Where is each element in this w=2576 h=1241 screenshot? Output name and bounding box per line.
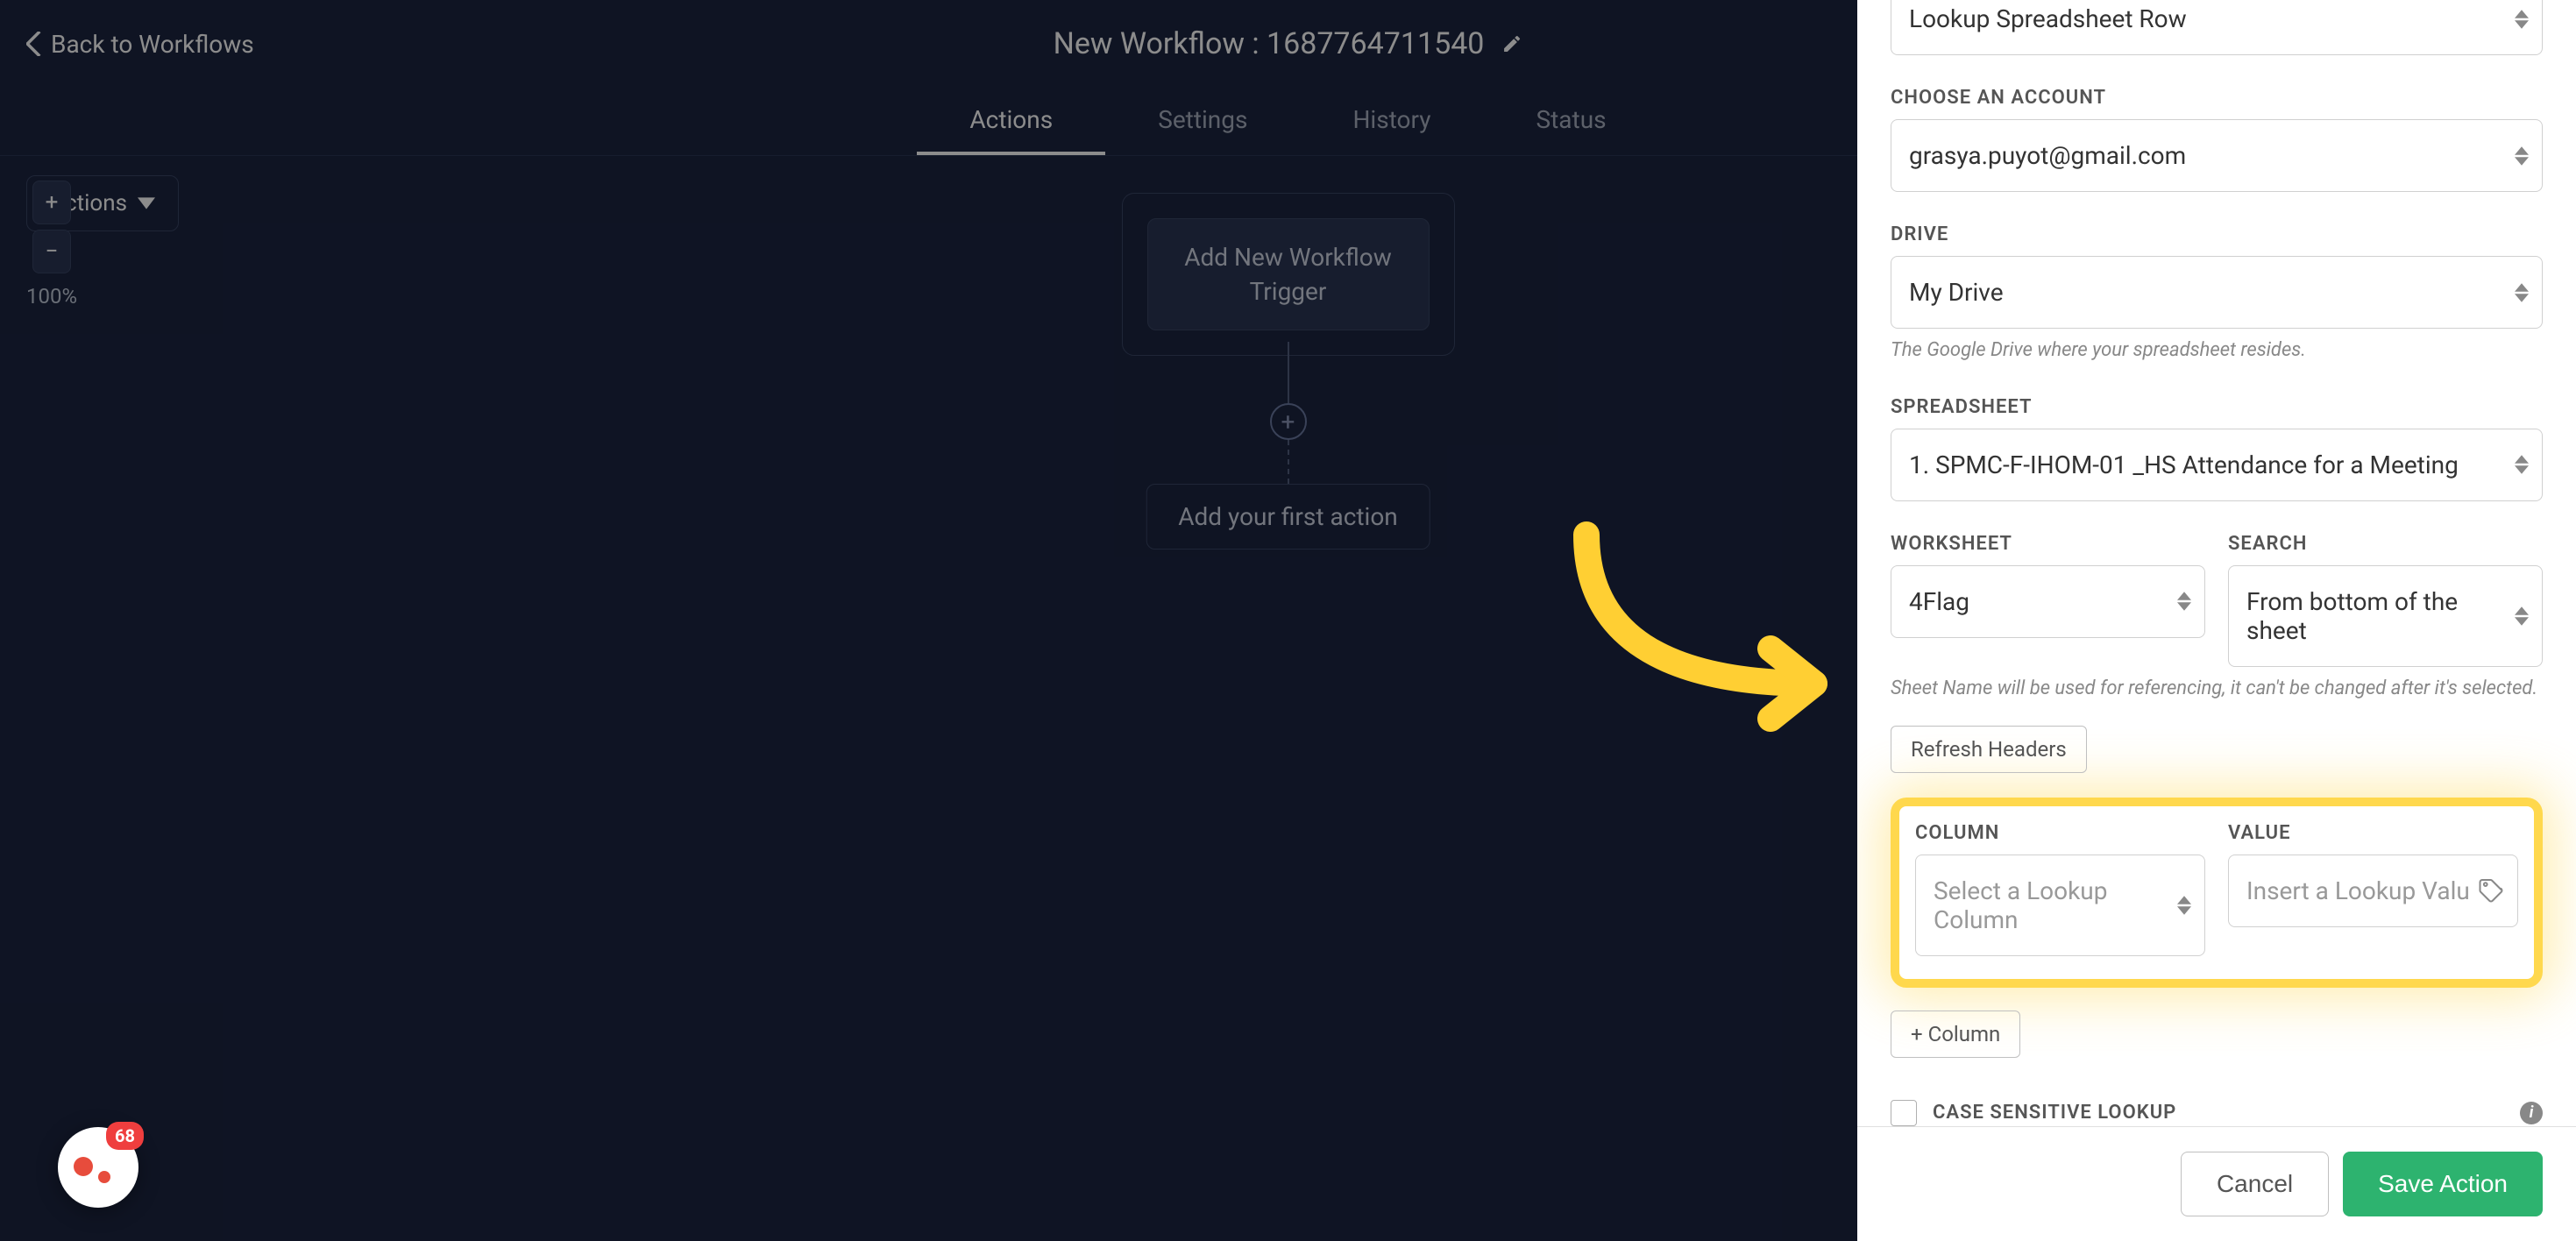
floating-widget[interactable]: 68: [58, 1127, 138, 1208]
account-value: grasya.puyot@gmail.com: [1909, 141, 2186, 170]
column-label: COLUMN: [1915, 822, 2205, 844]
drive-value: My Drive: [1909, 278, 2004, 307]
tab-status-label: Status: [1536, 105, 1607, 134]
cancel-label: Cancel: [2217, 1170, 2293, 1197]
account-select[interactable]: grasya.puyot@gmail.com: [1891, 119, 2543, 192]
add-trigger-label: Add New Workflow Trigger: [1184, 243, 1392, 306]
search-label: SEARCH: [2228, 533, 2543, 555]
zoom-level: 100%: [26, 284, 77, 308]
case-sensitive-label: CASE SENSITIVE LOOKUP: [1933, 1102, 2504, 1124]
spreadsheet-select[interactable]: 1. SPMC-F-IHOM-01 _HS Attendance for a M…: [1891, 429, 2543, 501]
widget-count-badge: 68: [106, 1122, 144, 1150]
add-first-action-label: Add your first action: [1178, 502, 1398, 531]
back-label: Back to Workflows: [51, 30, 254, 59]
refresh-headers-button[interactable]: Refresh Headers: [1891, 726, 2087, 773]
workflow-title-group: New Workflow : 1687764711540: [1054, 26, 1523, 61]
add-column-button[interactable]: + Column: [1891, 1011, 2020, 1058]
panel-footer: Cancel Save Action: [1857, 1126, 2576, 1241]
select-arrows-icon: [2515, 455, 2529, 474]
add-column-label: + Column: [1911, 1022, 2000, 1046]
sheet-help: Sheet Name will be used for referencing,…: [1891, 676, 2543, 703]
tab-settings-label: Settings: [1158, 105, 1247, 134]
panel-body[interactable]: Lookup Spreadsheet Row CHOOSE AN ACCOUNT…: [1857, 0, 2576, 1126]
chevron-left-icon: [26, 32, 44, 56]
add-trigger-button[interactable]: Add New Workflow Trigger: [1147, 218, 1430, 330]
tag-icon[interactable]: [2478, 877, 2504, 904]
trigger-card: Add New Workflow Trigger: [1122, 193, 1455, 356]
connector-line: [1288, 342, 1289, 403]
refresh-headers-label: Refresh Headers: [1911, 737, 2067, 762]
lookup-column-placeholder: Select a Lookup Column: [1934, 876, 2107, 934]
zoom-in-button[interactable]: +: [32, 181, 71, 224]
tab-actions[interactable]: Actions: [917, 88, 1105, 155]
add-step-button[interactable]: +: [1270, 403, 1307, 440]
search-value: From bottom of the sheet: [2246, 587, 2458, 645]
select-arrows-icon: [2515, 146, 2529, 166]
select-arrows-icon: [2177, 592, 2191, 611]
save-label: Save Action: [2378, 1170, 2508, 1197]
select-arrows-icon: [2515, 283, 2529, 302]
spreadsheet-value: 1. SPMC-F-IHOM-01 _HS Attendance for a M…: [1909, 450, 2459, 479]
drive-label: DRIVE: [1891, 223, 2543, 245]
add-first-action-button[interactable]: Add your first action: [1146, 484, 1430, 550]
save-action-button[interactable]: Save Action: [2343, 1152, 2543, 1216]
pencil-icon[interactable]: [1501, 33, 1522, 54]
account-label: CHOOSE AN ACCOUNT: [1891, 87, 2543, 109]
case-sensitive-checkbox[interactable]: [1891, 1100, 1917, 1126]
spreadsheet-label: SPREADSHEET: [1891, 396, 2543, 418]
workflow-title: New Workflow : 1687764711540: [1054, 26, 1485, 61]
case-sensitive-row: CASE SENSITIVE LOOKUP i: [1891, 1100, 2543, 1126]
worksheet-label: WORKSHEET: [1891, 533, 2205, 555]
select-arrows-icon: [2515, 10, 2529, 29]
action-config-panel: Lookup Spreadsheet Row CHOOSE AN ACCOUNT…: [1857, 0, 2576, 1241]
select-arrows-icon: [2515, 606, 2529, 626]
worksheet-select[interactable]: 4Flag: [1891, 565, 2205, 638]
info-icon[interactable]: i: [2520, 1102, 2543, 1124]
lookup-highlight-box: COLUMN Select a Lookup Column VALUE: [1891, 798, 2543, 988]
widget-logo-icon: [74, 1143, 123, 1192]
action-type-value: Lookup Spreadsheet Row: [1909, 4, 2187, 33]
tab-status[interactable]: Status: [1484, 88, 1659, 155]
lookup-column-select[interactable]: Select a Lookup Column: [1915, 855, 2205, 956]
drive-help: The Google Drive where your spreadsheet …: [1891, 337, 2543, 365]
tab-settings[interactable]: Settings: [1105, 88, 1300, 155]
plus-icon: +: [1281, 408, 1295, 436]
worksheet-value: 4Flag: [1909, 587, 1969, 616]
cancel-button[interactable]: Cancel: [2181, 1152, 2329, 1216]
tab-history-label: History: [1352, 105, 1430, 134]
tab-history[interactable]: History: [1300, 88, 1483, 155]
drive-select[interactable]: My Drive: [1891, 256, 2543, 329]
chevron-down-icon: [138, 197, 155, 209]
back-to-workflows[interactable]: Back to Workflows: [26, 30, 254, 59]
search-select[interactable]: From bottom of the sheet: [2228, 565, 2543, 667]
value-label: VALUE: [2228, 822, 2518, 844]
select-arrows-icon: [2177, 896, 2191, 915]
zoom-out-button[interactable]: −: [32, 230, 71, 273]
connector-dashed: [1288, 440, 1289, 484]
action-type-select[interactable]: Lookup Spreadsheet Row: [1891, 0, 2543, 55]
zoom-controls: + − 100%: [26, 181, 77, 308]
tab-actions-label: Actions: [969, 105, 1053, 134]
lookup-value-input[interactable]: [2228, 855, 2518, 927]
